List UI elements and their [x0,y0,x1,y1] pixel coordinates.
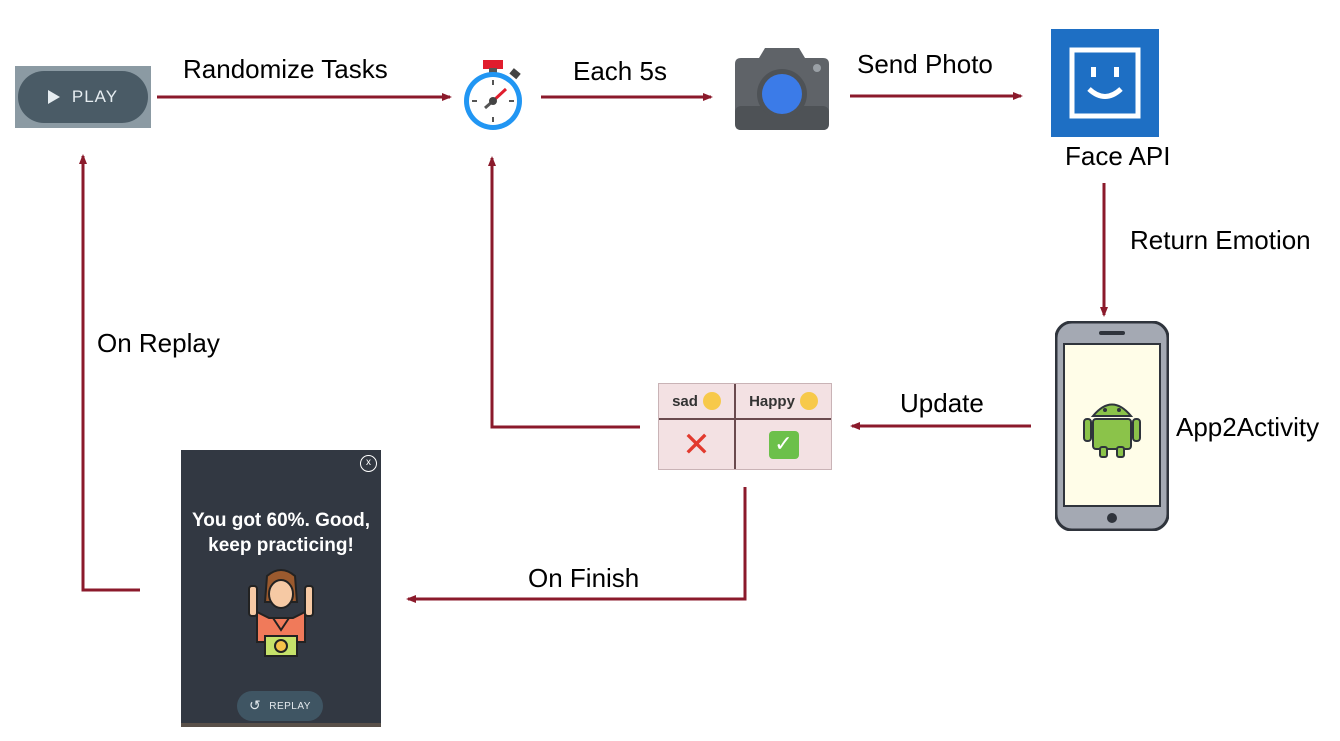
grid-result-happy: ✓ [736,420,831,469]
grid-divider-horizontal [659,418,831,420]
smiley-face-icon [1069,47,1141,119]
label-return-emotion: Return Emotion [1130,225,1311,255]
play-triangle-icon [47,90,60,104]
grid-header-sad: sad [659,384,734,418]
play-button-image: PLAY [15,66,151,128]
result-card: x You got 60%. Good, keep practicing! ↺ … [181,450,381,727]
check-mark-icon: ✓ [768,430,799,459]
happy-face-icon [799,392,818,410]
label-update: Update [900,388,984,418]
face-api-label: Face API [1065,141,1171,171]
face-api-tile [1051,29,1159,137]
card-bottom-strip [181,723,381,727]
stopwatch-icon [464,60,522,130]
arrow-grid-to-timer [488,156,640,429]
label-on-replay: On Replay [97,328,220,358]
camera-icon [735,48,829,130]
smartphone-icon [1055,321,1169,531]
arrow-on-replay [79,154,140,592]
play-button[interactable]: PLAY [18,71,148,123]
sad-face-icon [702,392,721,410]
grid-result-sad: ✕ [659,420,734,469]
replay-icon: ↺ [249,698,262,714]
cross-mark-icon: ✕ [682,424,711,465]
label-on-finish: On Finish [528,563,640,593]
play-label: PLAY [71,87,119,106]
winner-with-medal-icon [248,569,314,657]
label-send-photo: Send Photo [857,49,993,79]
close-button[interactable]: x [360,455,377,472]
label-each-5s: Each 5s [573,56,667,86]
replay-label: REPLAY [269,700,311,712]
grid-divider-vertical [734,384,736,469]
grid-header-happy: Happy [736,384,831,418]
phone-label: App2Activity [1176,412,1320,442]
label-randomize-tasks: Randomize Tasks [183,54,388,84]
result-message: You got 60%. Good, keep practicing! [191,510,371,556]
emotion-result-grid: sad Happy ✕ ✓ [658,383,832,470]
replay-button[interactable]: ↺ REPLAY [237,691,323,721]
